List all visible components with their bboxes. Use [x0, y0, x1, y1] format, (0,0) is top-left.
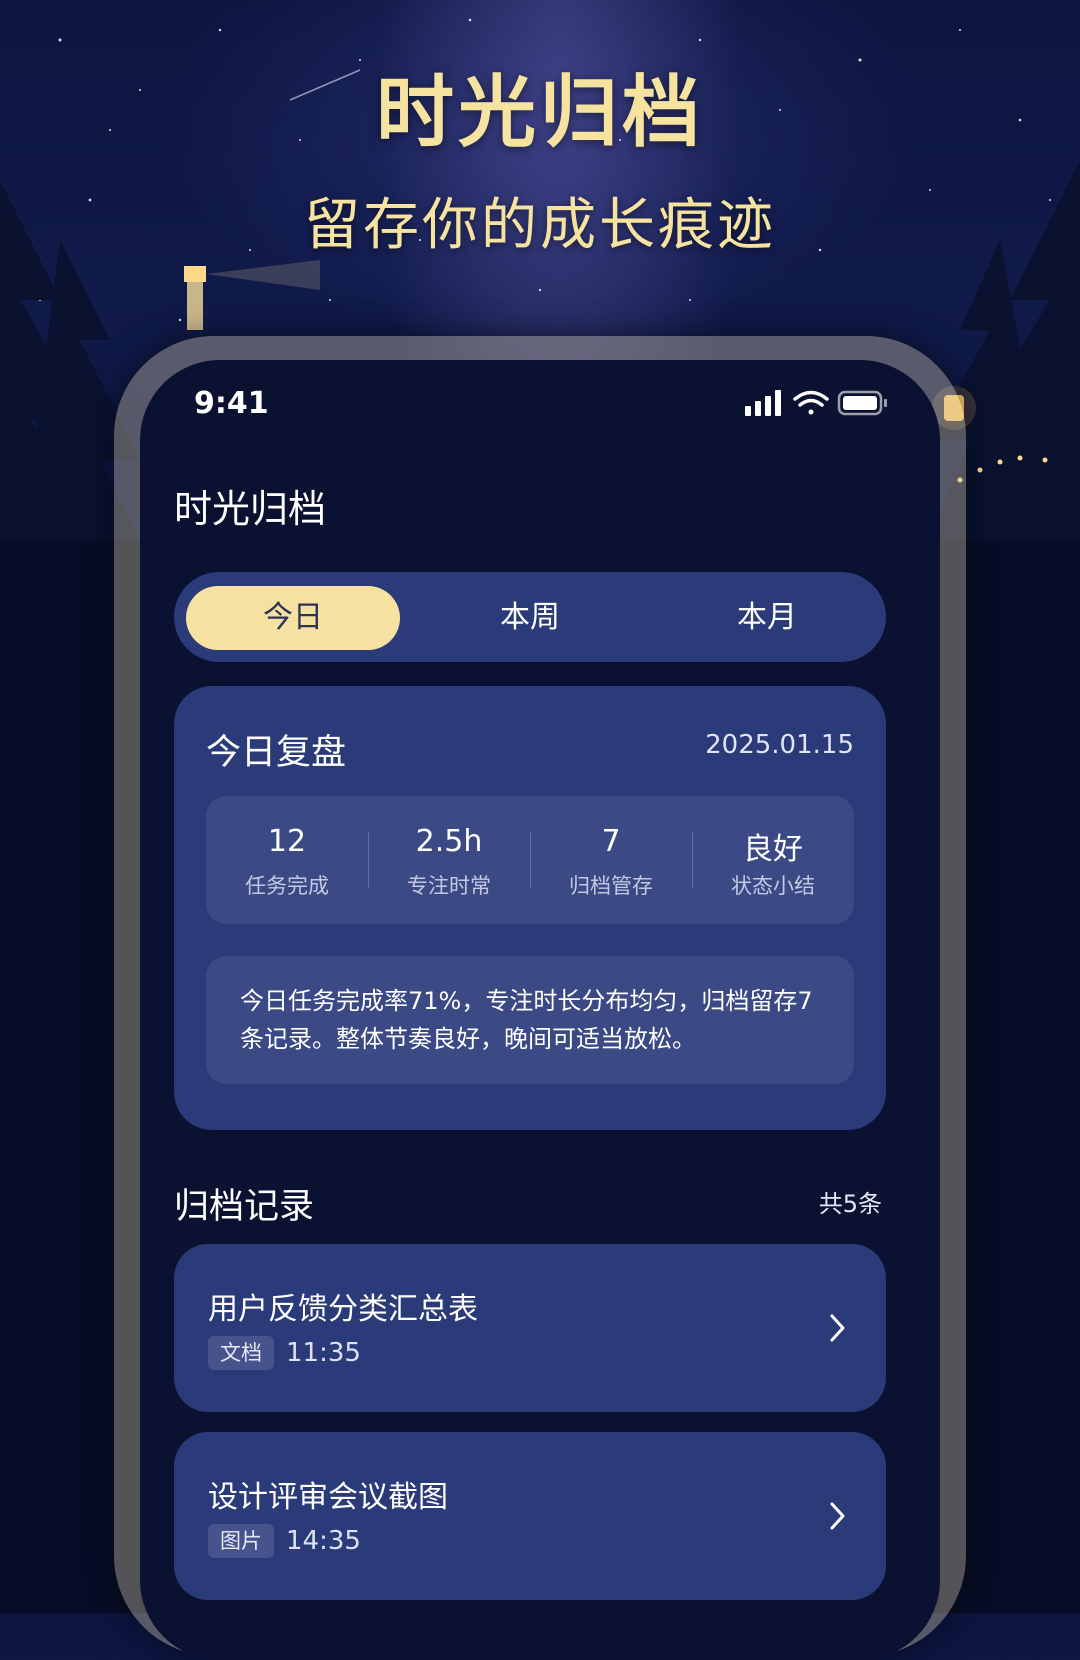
cellular-signal-icon: [745, 390, 781, 416]
stat-label: 状态小结: [731, 874, 815, 898]
record-item[interactable]: 用户反馈分类汇总表 文档 11:35: [174, 1244, 886, 1412]
record-tag: 文档: [208, 1336, 274, 1370]
chevron-right-icon: [830, 1502, 845, 1530]
records-count: 共5条: [818, 1190, 882, 1218]
tab-this-month[interactable]: 本月: [660, 586, 874, 650]
stat-value: 2.5h: [415, 824, 483, 859]
status-time: 9:41: [194, 386, 269, 421]
status-icons: [745, 390, 887, 416]
wifi-icon: [793, 390, 829, 415]
tab-this-week[interactable]: 本周: [423, 586, 637, 650]
daily-review-card: 今日复盘 2025.01.15 12 任务完成 2.5h 专注时常 7 归档管存…: [174, 686, 886, 1130]
record-title: 设计评审会议截图: [208, 1480, 448, 1515]
page-title: 时光归档: [174, 487, 327, 531]
record-time: 14:35: [286, 1526, 361, 1556]
summary-panel: 今日任务完成率71%，专注时长分布均匀，归档留存7条记录。整体节奏良好，晚间可适…: [206, 956, 854, 1084]
stat-label: 任务完成: [245, 874, 329, 898]
tab-today[interactable]: 今日: [186, 586, 400, 650]
stat-status: 良好 状态小结: [692, 796, 854, 924]
summary-text: 今日任务完成率71%，专注时长分布均匀，归档留存7条记录。整体节奏良好，晚间可适…: [240, 987, 813, 1053]
period-tabs: 今日 本周 本月: [174, 572, 886, 662]
hero-title: 时光归档: [375, 68, 704, 158]
stat-value: 12: [267, 824, 307, 859]
record-item[interactable]: 设计评审会议截图 图片 14:35: [174, 1432, 886, 1600]
stat-tasks-completed: 12 任务完成: [206, 796, 368, 924]
record-title: 用户反馈分类汇总表: [208, 1292, 478, 1327]
battery-icon: [837, 390, 887, 416]
record-time: 11:35: [286, 1338, 361, 1368]
stat-value: 良好: [743, 832, 803, 867]
chevron-right-icon: [830, 1314, 845, 1342]
stat-label: 专注时常: [407, 874, 491, 898]
stat-label: 归档管存: [569, 874, 653, 898]
record-tag: 图片: [208, 1524, 274, 1558]
phone-screen: 9:41 时光归档 今日 本周 本月 今日复盘 2025.01.15 12 任务…: [140, 360, 940, 1660]
records-section-title: 归档记录: [174, 1187, 315, 1227]
stats-panel: 12 任务完成 2.5h 专注时常 7 归档管存 良好 状态小结: [206, 796, 854, 924]
review-title: 今日复盘: [206, 733, 347, 773]
stat-archived: 7 归档管存: [530, 796, 692, 924]
review-date: 2025.01.15: [705, 730, 854, 760]
stat-focus-time: 2.5h 专注时常: [368, 796, 530, 924]
hero-subtitle: 留存你的成长痕迹: [304, 193, 776, 258]
stat-value: 7: [601, 824, 621, 859]
